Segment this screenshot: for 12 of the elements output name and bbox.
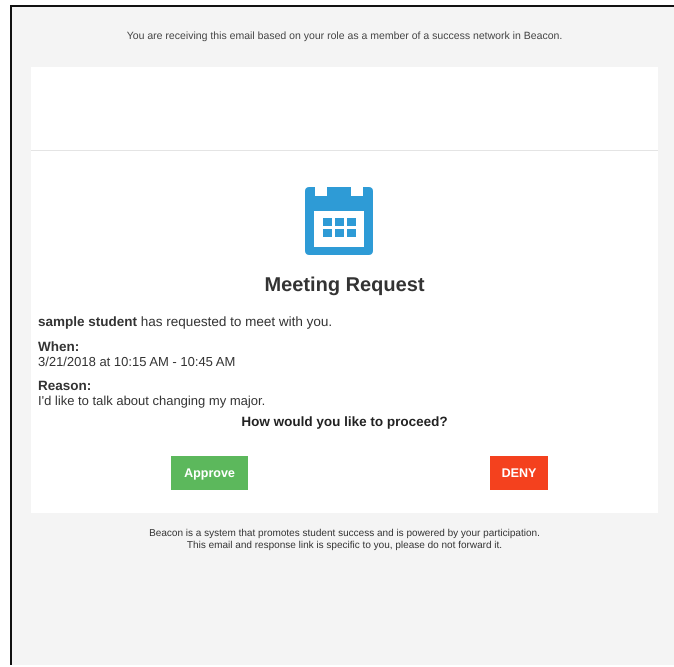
notice-text: You are receiving this email based on your role as a member of a success network in Beacon. — [126, 29, 564, 44]
detail-label: Reason: — [38, 378, 92, 393]
request-text: sample student has requested to meet with you. — [38, 314, 334, 329]
detail-label: When: — [38, 339, 80, 354]
footer-text: This email and response link is specific to you, please do not forward it. — [186, 540, 502, 551]
deny-button[interactable]: DENY — [490, 456, 548, 490]
footer-text: Beacon is a system that promotes student success and is powered by your participation. — [149, 528, 540, 539]
meeting-title: Meeting Request — [263, 274, 426, 297]
approve-button[interactable]: Approve — [171, 456, 248, 490]
detail-value: 3/21/2018 at 10:15 AM - 10:45 AM — [38, 354, 236, 369]
proceed-question: How would you like to proceed? — [240, 414, 449, 429]
detail-value: I'd like to talk about changing my major. — [38, 393, 266, 408]
